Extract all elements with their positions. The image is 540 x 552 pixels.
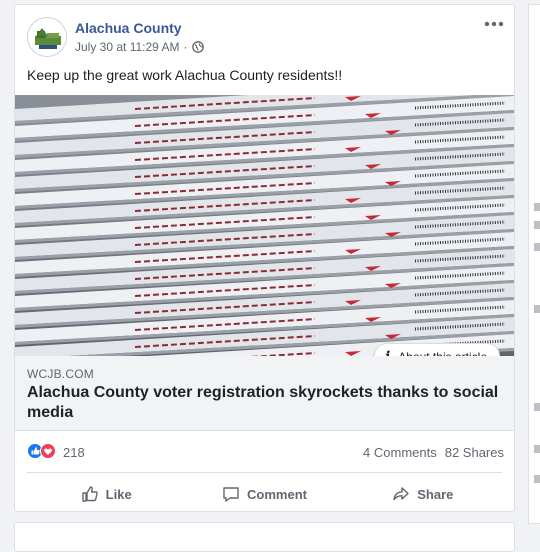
article-image[interactable] xyxy=(15,95,514,356)
page-name-link[interactable]: Alachua County xyxy=(75,20,182,36)
comment-label: Comment xyxy=(247,486,307,502)
share-label: Share xyxy=(417,486,454,502)
post-message: Keep up the great work Alachua County re… xyxy=(27,67,343,83)
page-avatar[interactable] xyxy=(27,17,67,57)
engagement-counts: 4 Comments 82 Shares xyxy=(363,445,504,460)
love-reaction-icon xyxy=(40,443,56,459)
thumbs-up-icon xyxy=(81,486,98,502)
post-meta: July 30 at 11:29 AM · xyxy=(75,40,204,54)
article-headline: Alachua County voter registration skyroc… xyxy=(27,384,499,421)
shares-count-link[interactable]: 82 Shares xyxy=(445,445,504,460)
sidebar-fragment xyxy=(534,403,540,411)
reaction-count[interactable]: 218 xyxy=(63,445,85,460)
sidebar-fragment xyxy=(534,203,540,211)
actions-divider xyxy=(27,472,502,473)
sidebar-fragment xyxy=(534,305,540,313)
globe-icon[interactable] xyxy=(191,41,204,53)
more-options-icon[interactable] xyxy=(482,15,506,33)
like-label: Like xyxy=(105,486,132,502)
meta-separator: · xyxy=(183,40,188,54)
share-button[interactable]: Share xyxy=(344,479,502,509)
county-seal-logo xyxy=(29,19,66,56)
comment-bubble-icon xyxy=(223,487,239,502)
next-feed-post xyxy=(14,522,515,552)
like-button[interactable]: Like xyxy=(27,479,185,509)
sidebar-fragment xyxy=(534,243,540,251)
comments-count-link[interactable]: 4 Comments xyxy=(363,445,437,460)
post-actions: Like Comment Share xyxy=(27,479,502,509)
share-arrow-icon xyxy=(393,487,409,501)
post-timestamp[interactable]: July 30 at 11:29 AM xyxy=(75,40,180,54)
sidebar-fragment xyxy=(534,445,540,453)
reactions-summary: 218 4 Comments 82 Shares xyxy=(27,441,504,461)
sidebar-fragment xyxy=(534,221,540,229)
sidebar-fragment xyxy=(534,475,540,483)
article-domain: WCJB.COM xyxy=(27,367,94,381)
comment-button[interactable]: Comment xyxy=(185,479,343,509)
right-sidebar-edge xyxy=(528,4,540,524)
reaction-icons[interactable] xyxy=(27,443,59,459)
feed-post: Alachua County July 30 at 11:29 AM · Kee… xyxy=(14,4,515,512)
ballot-envelopes-photo xyxy=(15,95,514,356)
article-link-card[interactable]: WCJB.COM Alachua County voter registrati… xyxy=(15,356,514,431)
